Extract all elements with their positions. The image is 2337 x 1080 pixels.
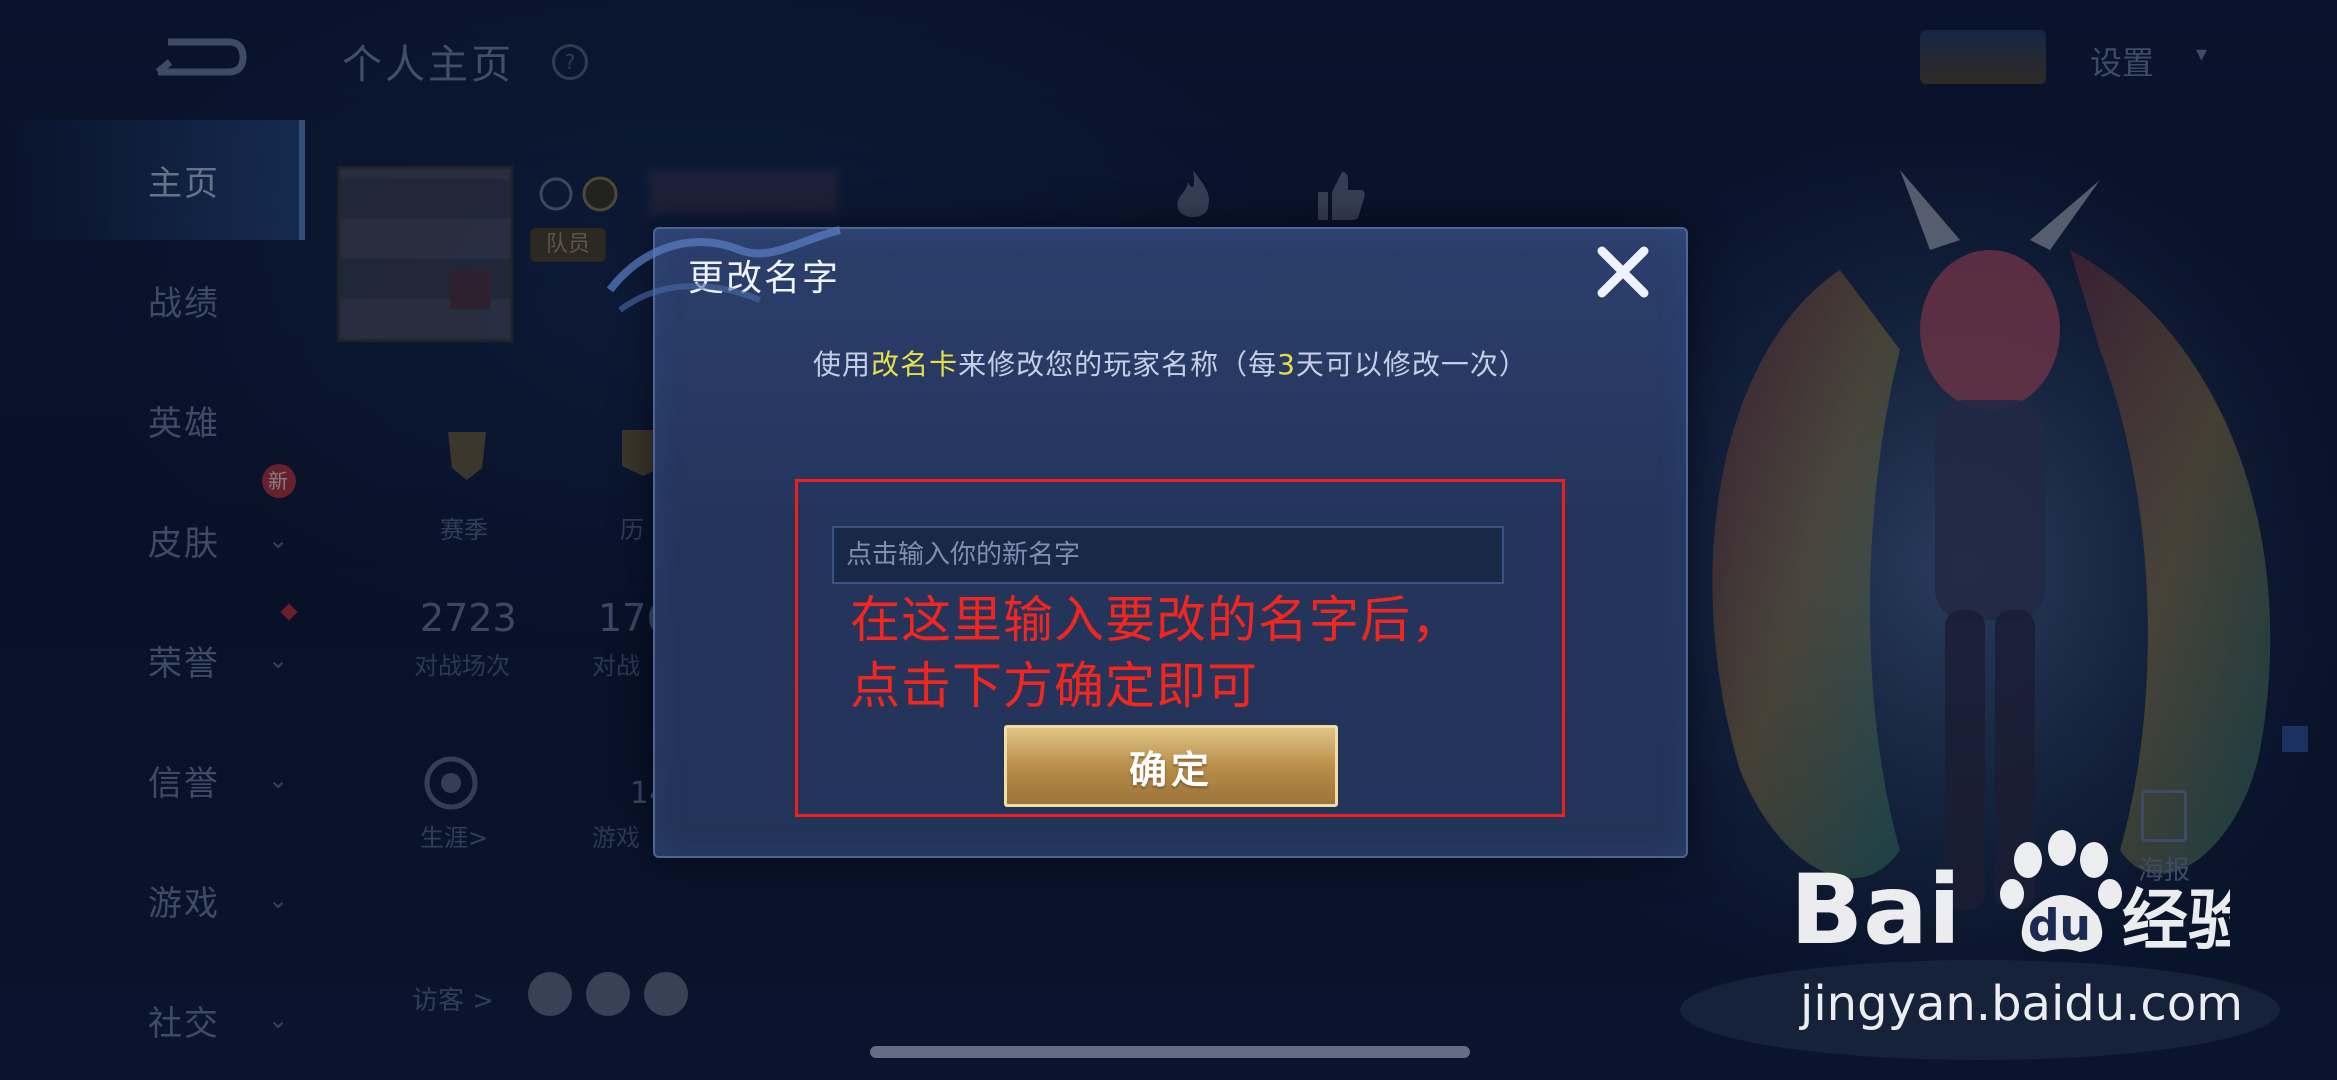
- days-highlight: 3: [1277, 348, 1296, 381]
- watermark-url: jingyan.baidu.com: [1800, 976, 2243, 1032]
- dialog-description: 使用改名卡来修改您的玩家名称（每3天可以修改一次）: [655, 343, 1686, 383]
- svg-text:Bai: Bai: [1790, 854, 1961, 966]
- desc-prefix: 使用: [813, 348, 872, 381]
- rename-card-highlight: 改名卡: [871, 348, 959, 381]
- svg-text:du: du: [2028, 900, 2091, 951]
- confirm-button[interactable]: 确定: [1004, 725, 1338, 807]
- home-indicator[interactable]: [870, 1046, 1470, 1058]
- annotation-line-1: 在这里输入要改的名字后，: [850, 591, 1462, 649]
- desc-suffix: 天可以修改一次）: [1295, 348, 1528, 381]
- annotation-line-2: 点击下方确定即可: [850, 657, 1258, 715]
- dialog-ornament: [606, 226, 841, 313]
- annotation-text: 在这里输入要改的名字后， 点击下方确定即可: [850, 587, 1462, 719]
- close-icon[interactable]: [1592, 241, 1654, 303]
- new-name-input[interactable]: [832, 526, 1504, 584]
- svg-text:经验: 经验: [2122, 882, 2230, 959]
- desc-mid: 来修改您的玩家名称（每: [958, 348, 1278, 381]
